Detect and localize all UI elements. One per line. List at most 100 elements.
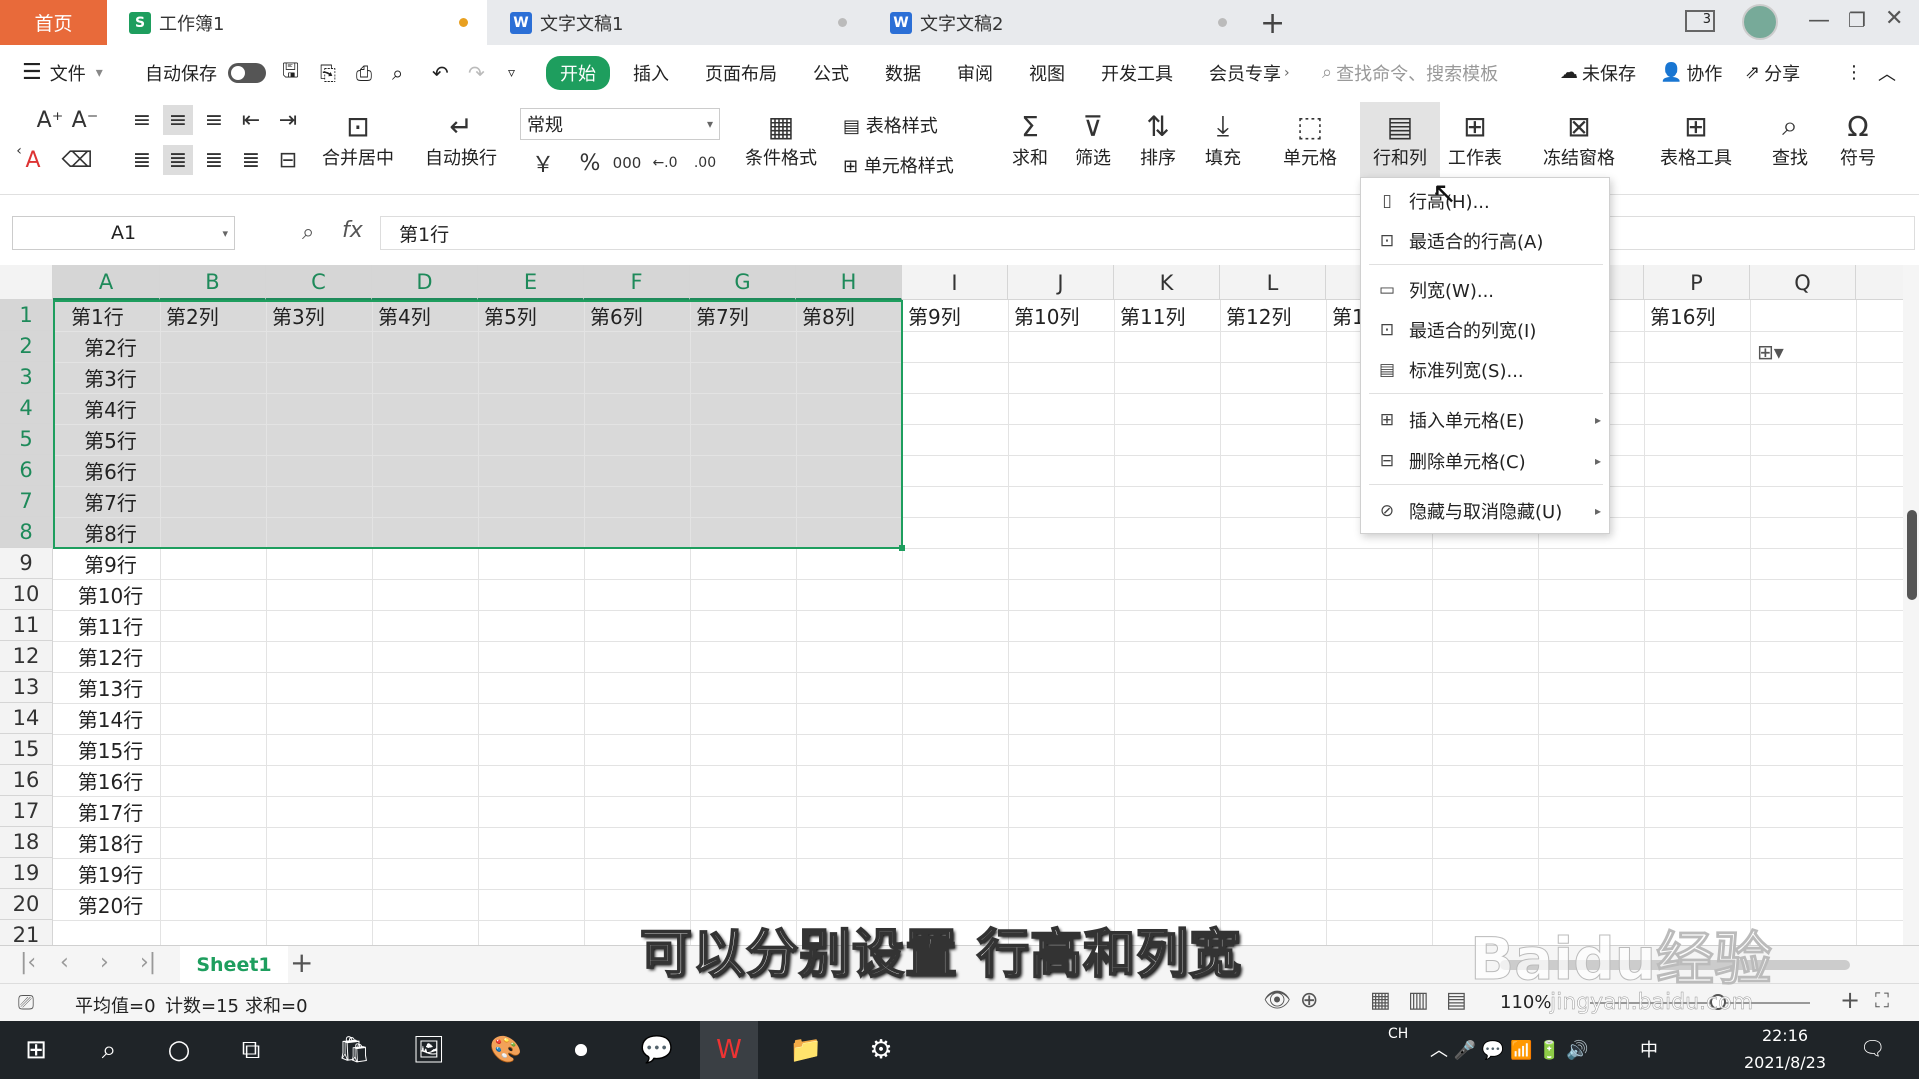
cell[interactable]: 第17行 [63, 796, 158, 827]
customize-icon[interactable]: ▿ [508, 45, 515, 100]
close-icon[interactable]: ✕ [1885, 6, 1903, 31]
format-painter-icon[interactable]: ⎘ [320, 45, 336, 100]
minimize-icon[interactable]: — [1808, 8, 1830, 33]
rowcol-button[interactable]: ▤ 行和列 [1360, 102, 1440, 186]
add-sheet-button[interactable]: + [290, 946, 313, 979]
tab-member[interactable]: 会员专享 [1209, 45, 1281, 100]
more-icon[interactable]: ⋮ [1845, 45, 1863, 100]
cell-style-button[interactable]: ⊞ 单元格样式 [843, 152, 954, 178]
table-tools-button[interactable]: ⊞ 表格工具 [1660, 108, 1732, 170]
print-preview-icon[interactable]: ⌕ [392, 45, 403, 100]
cell[interactable]: 第18行 [63, 827, 158, 858]
app-icon[interactable]: 🖼 [400, 1021, 458, 1079]
clock-time[interactable]: 22:16 [1740, 1026, 1830, 1045]
tab-data[interactable]: 数据 [885, 45, 921, 100]
column-header[interactable]: I [902, 265, 1008, 300]
row-header[interactable]: 19 [0, 858, 53, 889]
row-header[interactable]: 18 [0, 827, 53, 858]
clear-format-icon[interactable]: ⌫ [61, 145, 92, 175]
save-icon[interactable]: 🖫 [282, 45, 299, 100]
cell[interactable]: 第12行 [63, 641, 158, 672]
justify-icon[interactable]: ≣ [236, 145, 266, 175]
eye-protect-icon[interactable]: 👁 [1263, 988, 1291, 1013]
restore-icon[interactable]: ❐ [1848, 8, 1866, 32]
column-header[interactable]: L [1220, 265, 1326, 300]
cell[interactable]: 第14行 [63, 703, 158, 734]
autosave-toggle[interactable] [228, 45, 266, 100]
menu-item-delete-cells[interactable]: ⊟ 删除单元格(C) ▸ [1361, 444, 1611, 478]
column-header[interactable]: F [584, 265, 690, 300]
align-center-icon[interactable]: ≣ [163, 145, 193, 175]
zoom-in-icon[interactable]: + [1840, 986, 1860, 1014]
column-header[interactable]: J [1008, 265, 1114, 300]
row-header[interactable]: 3 [0, 362, 53, 393]
font-color-icon[interactable]: A [18, 145, 48, 175]
new-tab-button[interactable]: + [1260, 6, 1285, 41]
row-header[interactable]: 14 [0, 703, 53, 734]
page-break-icon[interactable]: ▤ [1446, 988, 1467, 1013]
symbol-button[interactable]: Ω 符号 [1840, 108, 1876, 170]
cell[interactable]: 第20行 [63, 889, 158, 920]
cell[interactable]: 第11列 [1120, 300, 1218, 331]
freeze-button[interactable]: ⊠ 冻结窗格 [1543, 108, 1615, 170]
vertical-scrollbar[interactable] [1903, 265, 1919, 945]
menu-item-autofit-col[interactable]: ⊡ 最适合的列宽(I) [1361, 313, 1611, 347]
currency-icon[interactable]: ￥ [528, 148, 558, 178]
clock-date[interactable]: 2021/8/23 [1730, 1053, 1840, 1072]
table-style-button[interactable]: ▤ 表格样式 [843, 112, 938, 138]
cell[interactable]: 第16列 [1650, 300, 1748, 331]
notification-icon[interactable]: 🗨 [1860, 1036, 1885, 1060]
row-header[interactable]: 15 [0, 734, 53, 765]
page-view-icon[interactable]: ▥ [1408, 988, 1429, 1013]
menu-item-hide-unhide[interactable]: ⊘ 隐藏与取消隐藏(U) ▸ [1361, 494, 1611, 528]
align-right-icon[interactable]: ≣ [199, 145, 229, 175]
column-header[interactable]: B [160, 265, 266, 300]
row-header[interactable]: 16 [0, 765, 53, 796]
wps-icon[interactable]: W [700, 1021, 758, 1079]
column-header[interactable]: A [53, 265, 160, 300]
menu-item-std-width[interactable]: ▤ 标准列宽(S)... [1361, 353, 1611, 387]
cell[interactable]: 第12列 [1226, 300, 1324, 331]
close-dot-icon[interactable] [1218, 18, 1227, 27]
paste-options-icon[interactable]: ⊞▾ [1757, 340, 1784, 364]
indent-increase-icon[interactable]: ⇥ [273, 105, 303, 135]
cortana-icon[interactable]: ○ [150, 1021, 208, 1079]
collapse-ribbon-icon[interactable]: ︿ [1878, 45, 1896, 100]
distribute-icon[interactable]: ⊟ [273, 145, 303, 175]
tab-workbook1[interactable]: S 工作簿1 [107, 0, 487, 45]
avatar[interactable] [1742, 4, 1778, 40]
tab-page-layout[interactable]: 页面布局 [705, 45, 777, 100]
tab-developer[interactable]: 开发工具 [1101, 45, 1173, 100]
column-header[interactable]: C [266, 265, 372, 300]
row-header[interactable]: 17 [0, 796, 53, 827]
row-header[interactable]: 9 [0, 548, 53, 579]
normal-view-icon[interactable]: ▦ [1370, 988, 1391, 1013]
cell[interactable]: 第16行 [63, 765, 158, 796]
tab-doc1[interactable]: W 文字文稿1 [500, 0, 870, 45]
column-header[interactable]: H [796, 265, 902, 300]
row-header[interactable]: 5 [0, 424, 53, 455]
scroll-thumb[interactable] [1907, 510, 1917, 600]
row-header[interactable]: 12 [0, 641, 53, 672]
worksheet-button[interactable]: ⊞ 工作表 [1448, 108, 1502, 170]
align-left-icon[interactable]: ≣ [127, 145, 157, 175]
column-header[interactable]: P [1644, 265, 1750, 300]
cell[interactable]: 第9行 [63, 548, 158, 579]
undo-icon[interactable]: ↶ [432, 45, 449, 100]
decimal-increase-icon[interactable]: ←.0 [650, 148, 680, 178]
column-header[interactable]: E [478, 265, 584, 300]
tab-start[interactable]: 开始 [546, 45, 610, 100]
row-header[interactable]: 13 [0, 672, 53, 703]
cell[interactable]: 第10行 [63, 579, 158, 610]
file-explorer-icon[interactable]: 📁 [777, 1021, 835, 1079]
sheet-tab-sheet1[interactable]: Sheet1 [180, 946, 288, 983]
lang-indicator[interactable]: CH [1388, 1026, 1408, 1042]
formula-input[interactable]: 第1行 [380, 216, 1915, 250]
window-count-badge[interactable]: 3 [1685, 10, 1715, 32]
row-header[interactable]: 20 [0, 889, 53, 920]
file-menu[interactable]: ☰ 文件 ▾ [22, 45, 103, 100]
cell-button[interactable]: ⬚ 单元格 [1283, 108, 1337, 170]
align-bottom-icon[interactable]: ≡ [199, 105, 229, 135]
row-header[interactable]: 2 [0, 331, 53, 362]
prev-sheet-icon[interactable]: ‹ [60, 950, 69, 975]
